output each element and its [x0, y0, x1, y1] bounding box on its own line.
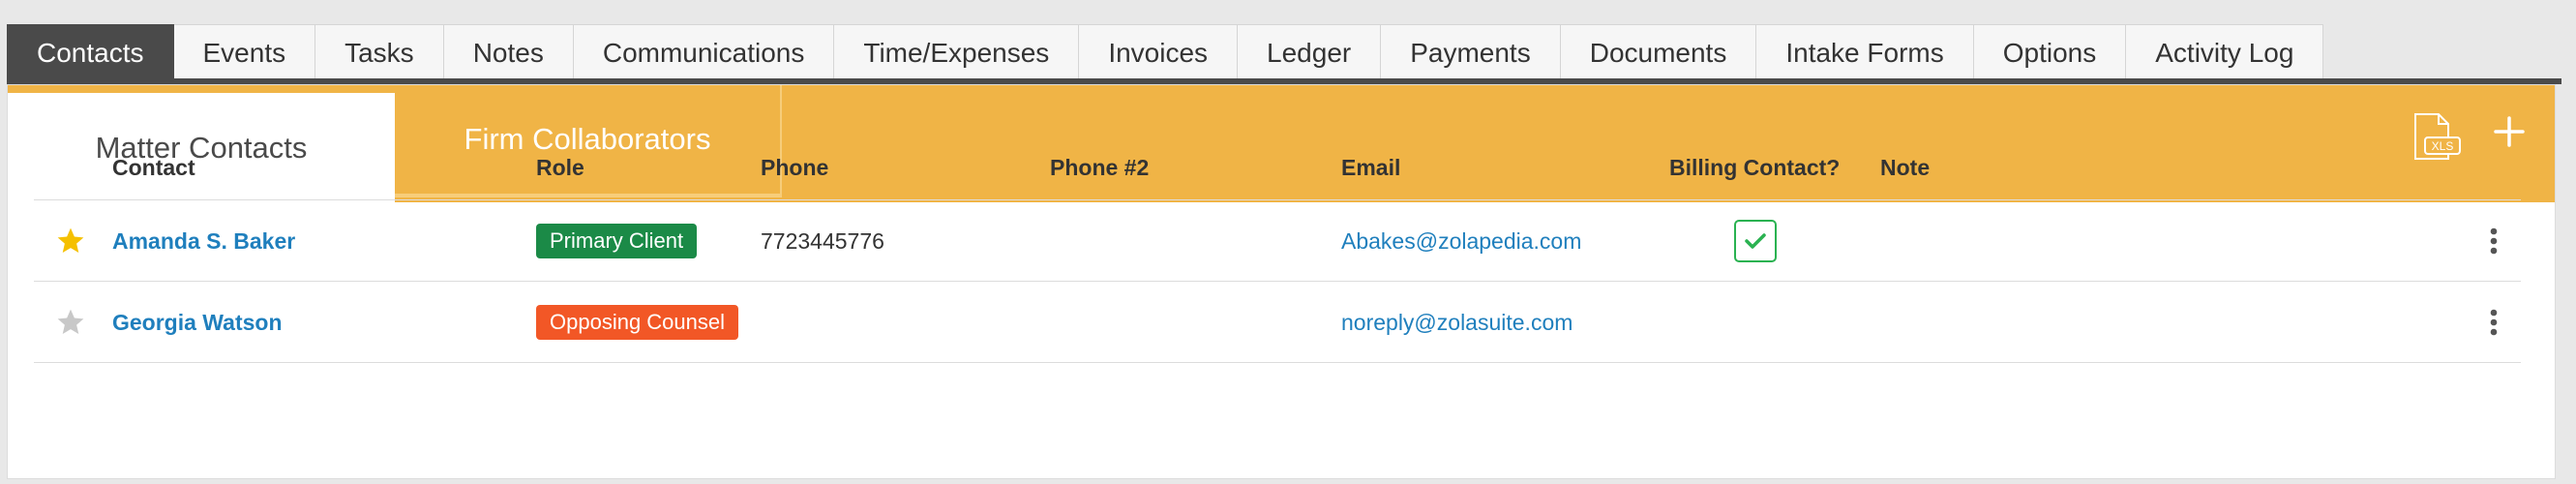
tab-activity-log[interactable]: Activity Log	[2126, 24, 2324, 81]
tab-communications[interactable]: Communications	[573, 24, 835, 81]
star-icon[interactable]	[55, 200, 88, 282]
table-row: Georgia Watson Opposing Counsel noreply@…	[34, 282, 2521, 363]
col-email[interactable]: Email	[1341, 155, 1400, 181]
contact-name[interactable]: Amanda S. Baker	[112, 200, 295, 282]
tab-contacts[interactable]: Contacts	[7, 24, 174, 81]
check-icon	[1734, 220, 1777, 262]
star-icon[interactable]	[55, 282, 88, 363]
table-row: Amanda S. Baker Primary Client 772344577…	[34, 200, 2521, 282]
tab-tasks[interactable]: Tasks	[315, 24, 444, 81]
col-role[interactable]: Role	[536, 155, 584, 181]
col-contact[interactable]: Contact	[112, 155, 195, 181]
tab-intake-forms[interactable]: Intake Forms	[1756, 24, 1974, 81]
email-link[interactable]: Abakes@zolapedia.com	[1341, 200, 1581, 282]
tab-invoices[interactable]: Invoices	[1079, 24, 1239, 81]
tab-ledger[interactable]: Ledger	[1238, 24, 1382, 81]
tab-bar: Contacts Events Tasks Notes Communicatio…	[7, 24, 2324, 81]
role-badge-label: Primary Client	[536, 224, 698, 258]
role-badge: Opposing Counsel	[536, 282, 739, 363]
row-menu-icon[interactable]	[2484, 200, 2503, 282]
tab-time-expenses[interactable]: Time/Expenses	[834, 24, 1080, 81]
plus-icon[interactable]	[2492, 114, 2527, 149]
tab-documents[interactable]: Documents	[1560, 24, 1757, 81]
role-badge: Primary Client	[536, 200, 698, 282]
col-note[interactable]: Note	[1880, 155, 1930, 181]
billing-checkbox[interactable]	[1734, 200, 1777, 282]
col-phone[interactable]: Phone	[761, 155, 828, 181]
col-phone2[interactable]: Phone #2	[1050, 155, 1149, 181]
table-header: Contact Role Phone Phone #2 Email Billin…	[34, 155, 2521, 200]
tab-payments[interactable]: Payments	[1381, 24, 1561, 81]
tab-options[interactable]: Options	[1973, 24, 2127, 81]
row-menu-icon[interactable]	[2484, 282, 2503, 363]
tab-notes[interactable]: Notes	[443, 24, 574, 81]
col-billing-contact[interactable]: Billing Contact?	[1669, 155, 1840, 181]
xls-export-icon[interactable]: XLS	[2410, 112, 2464, 161]
role-badge-label: Opposing Counsel	[536, 305, 739, 340]
xls-icon-text: XLS	[2432, 139, 2454, 153]
email-link[interactable]: noreply@zolasuite.com	[1341, 282, 1573, 363]
contact-name[interactable]: Georgia Watson	[112, 282, 283, 363]
tab-events[interactable]: Events	[173, 24, 316, 81]
phone: 7723445776	[761, 227, 884, 254]
